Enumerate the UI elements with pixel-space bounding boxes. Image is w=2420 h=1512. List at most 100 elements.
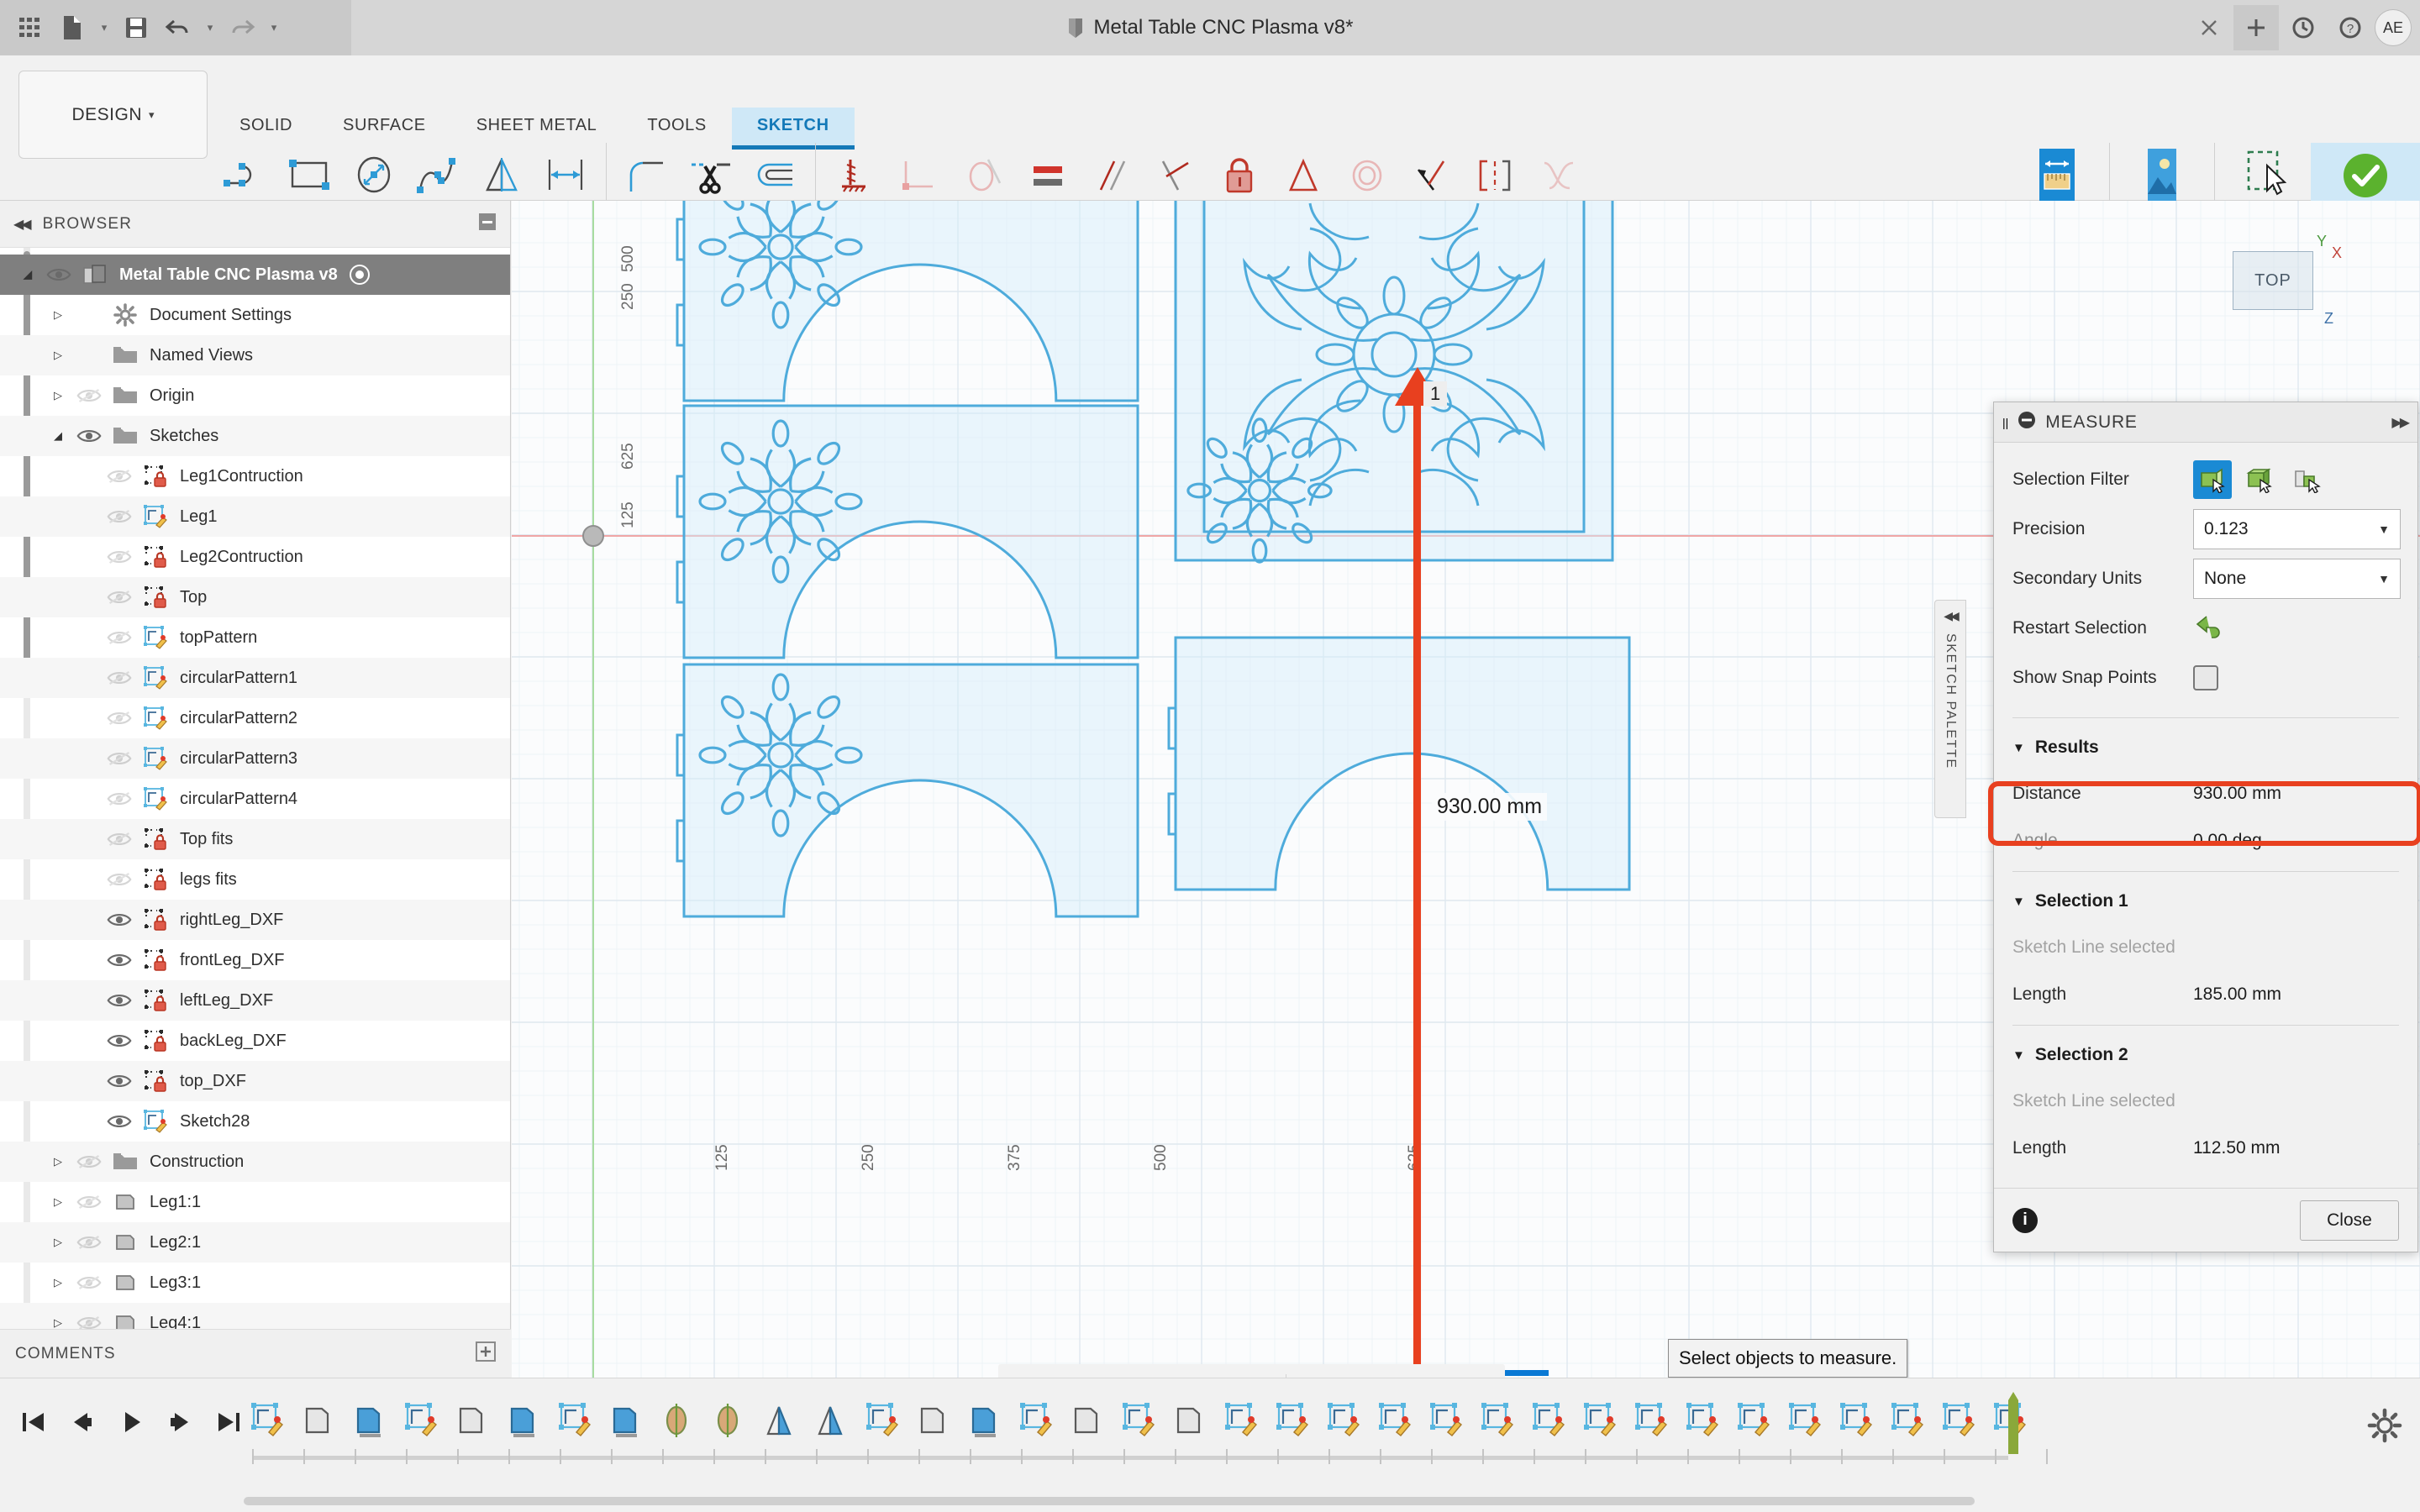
- tree-item-circularpattern1[interactable]: circularPattern1: [0, 658, 510, 698]
- symmetry-icon[interactable]: [1463, 143, 1527, 208]
- timeline-feature-extrude-blue[interactable]: [602, 1397, 648, 1446]
- view-cube[interactable]: Y X Z TOP: [2214, 226, 2342, 335]
- twisty-closed-icon[interactable]: ▷: [45, 1316, 71, 1330]
- timeline-feature-sketch[interactable]: [1730, 1397, 1776, 1446]
- redo-caret-icon[interactable]: ▾: [266, 9, 282, 46]
- job-status-icon[interactable]: [2281, 5, 2326, 50]
- mirror-icon[interactable]: [470, 143, 534, 208]
- visibility-off-icon[interactable]: [101, 789, 138, 809]
- precision-dropdown[interactable]: 0.123 ▼: [2193, 508, 2401, 549]
- timeline-feature-sketch[interactable]: [1269, 1397, 1314, 1446]
- measure-dialog-header[interactable]: || MEASURE ▶▶: [1994, 402, 2417, 443]
- new-file-caret-icon[interactable]: ▾: [96, 9, 113, 46]
- measure-collapse-icon[interactable]: [2017, 410, 2037, 434]
- timeline-feature-extrude[interactable]: [1166, 1397, 1212, 1446]
- tree-item-frontleg-dxf[interactable]: frontLeg_DXF: [0, 940, 510, 980]
- select-body-icon[interactable]: [2240, 460, 2279, 499]
- measure-expand-icon[interactable]: ▶▶: [2391, 414, 2410, 431]
- twisty-closed-icon[interactable]: ▷: [45, 349, 71, 362]
- visibility-off-icon[interactable]: [101, 547, 138, 567]
- timeline-feature-sketch[interactable]: [1935, 1397, 1981, 1446]
- twisty-closed-icon[interactable]: ▷: [45, 389, 71, 402]
- timeline-feature-sketch[interactable]: [551, 1397, 597, 1446]
- midpoint-icon[interactable]: [1271, 143, 1335, 208]
- line-icon[interactable]: [214, 143, 278, 208]
- tree-item-backleg-dxf[interactable]: backLeg_DXF: [0, 1021, 510, 1061]
- visibility-on-icon[interactable]: [101, 1031, 138, 1051]
- tab-tools[interactable]: TOOLS: [622, 108, 731, 145]
- tree-item-circularpattern3[interactable]: circularPattern3: [0, 738, 510, 779]
- timeline-feature-sketch[interactable]: [1576, 1397, 1622, 1446]
- timeline-feature-sketch[interactable]: [1884, 1397, 1929, 1446]
- coincident-icon[interactable]: [888, 143, 952, 208]
- timeline-feature-sketch[interactable]: [1371, 1397, 1417, 1446]
- tree-item-leg2contruction[interactable]: Leg2Contruction: [0, 537, 510, 577]
- sketch-dimension-icon[interactable]: [534, 143, 597, 208]
- timeline-feature-extrude[interactable]: [1064, 1397, 1109, 1446]
- timeline-feature-sketch[interactable]: [244, 1397, 289, 1446]
- measure-dimension-label[interactable]: 930.00 mm: [1432, 793, 1548, 821]
- tree-item-leg1[interactable]: Leg1: [0, 496, 510, 537]
- visibility-off-icon[interactable]: [101, 627, 138, 648]
- timeline-feature-sketch[interactable]: [1423, 1397, 1468, 1446]
- timeline-end-marker[interactable]: [2007, 1392, 2018, 1459]
- tree-item-leg3-1[interactable]: ▷ Leg3:1: [0, 1263, 510, 1303]
- view-cube-face-top[interactable]: TOP: [2233, 251, 2313, 310]
- gear-icon[interactable]: [2366, 1407, 2405, 1446]
- timeline-feature-sketch[interactable]: [1218, 1397, 1263, 1446]
- workspace-switcher[interactable]: DESIGN ▾: [18, 71, 208, 159]
- results-section-header[interactable]: ▼ Results: [1994, 725, 2417, 770]
- step-forward-icon[interactable]: [158, 1400, 202, 1444]
- avatar[interactable]: AE: [2375, 9, 2412, 46]
- show-snap-points-checkbox[interactable]: [2193, 664, 2218, 690]
- timeline-feature-sketch[interactable]: [1628, 1397, 1673, 1446]
- tree-item-construction[interactable]: ▷ Construction: [0, 1142, 510, 1182]
- visibility-on-icon[interactable]: [101, 1071, 138, 1091]
- visibility-on-icon[interactable]: [101, 990, 138, 1011]
- new-tab-icon[interactable]: [2233, 5, 2279, 50]
- redo-icon[interactable]: [224, 9, 260, 46]
- visibility-on-icon[interactable]: [71, 426, 108, 446]
- spline-icon[interactable]: [406, 143, 470, 208]
- select-face-icon[interactable]: [2193, 459, 2232, 499]
- collinear-icon[interactable]: [1399, 143, 1463, 208]
- twisty-closed-icon[interactable]: ▷: [45, 1155, 71, 1168]
- tab-sheet-metal[interactable]: SHEET METAL: [451, 108, 623, 145]
- visibility-on-icon[interactable]: [101, 1111, 138, 1131]
- visibility-on-icon[interactable]: [101, 950, 138, 970]
- tree-item-document-settings[interactable]: ▷ Document Settings: [0, 295, 510, 335]
- tangent-icon[interactable]: [952, 143, 1016, 208]
- visibility-off-icon[interactable]: [101, 507, 138, 527]
- collapse-panel-icon[interactable]: ◀◀: [13, 216, 32, 233]
- equal-icon[interactable]: [1016, 143, 1080, 208]
- selection2-section-header[interactable]: ▼ Selection 2: [1994, 1032, 2417, 1078]
- parallel-icon[interactable]: [1080, 143, 1144, 208]
- close-button[interactable]: Close: [2300, 1200, 2399, 1241]
- concentric-icon[interactable]: [1335, 143, 1399, 208]
- sketch-palette-collapse-icon[interactable]: ◀◀: [1944, 609, 1959, 623]
- tree-item-circularpattern2[interactable]: circularPattern2: [0, 698, 510, 738]
- add-comment-icon[interactable]: [476, 1341, 496, 1366]
- fillet-icon[interactable]: [615, 143, 679, 208]
- offset-icon[interactable]: [743, 143, 807, 208]
- twisty-open-icon[interactable]: ◢: [45, 429, 71, 443]
- timeline-feature-sketch[interactable]: [1013, 1397, 1058, 1446]
- drag-handle-icon[interactable]: ||: [2002, 416, 2008, 429]
- tree-item-leftleg-dxf[interactable]: leftLeg_DXF: [0, 980, 510, 1021]
- measure-dialog[interactable]: || MEASURE ▶▶ Selection Filter Precision…: [1993, 402, 2418, 1252]
- timeline-feature-mirror[interactable]: [756, 1397, 802, 1446]
- new-file-icon[interactable]: [54, 9, 91, 46]
- close-icon[interactable]: [2186, 5, 2232, 50]
- curvature-icon[interactable]: [1527, 143, 1591, 208]
- timeline-feature-sketch[interactable]: [1115, 1397, 1160, 1446]
- circle-icon[interactable]: [342, 143, 406, 208]
- tree-item-metal-table-cnc-plasma-v8[interactable]: ◢ Metal Table CNC Plasma v8: [0, 255, 510, 295]
- tree-item-origin[interactable]: ▷ Origin: [0, 375, 510, 416]
- active-component-indicator[interactable]: [349, 265, 370, 285]
- timeline-feature-extrude-blue[interactable]: [961, 1397, 1007, 1446]
- twisty-closed-icon[interactable]: ▷: [45, 308, 71, 322]
- perpendicular-icon[interactable]: [1144, 143, 1207, 208]
- timeline-feature-sketch[interactable]: [1525, 1397, 1570, 1446]
- play-icon[interactable]: [109, 1400, 153, 1444]
- timeline-feature-sketch[interactable]: [1679, 1397, 1724, 1446]
